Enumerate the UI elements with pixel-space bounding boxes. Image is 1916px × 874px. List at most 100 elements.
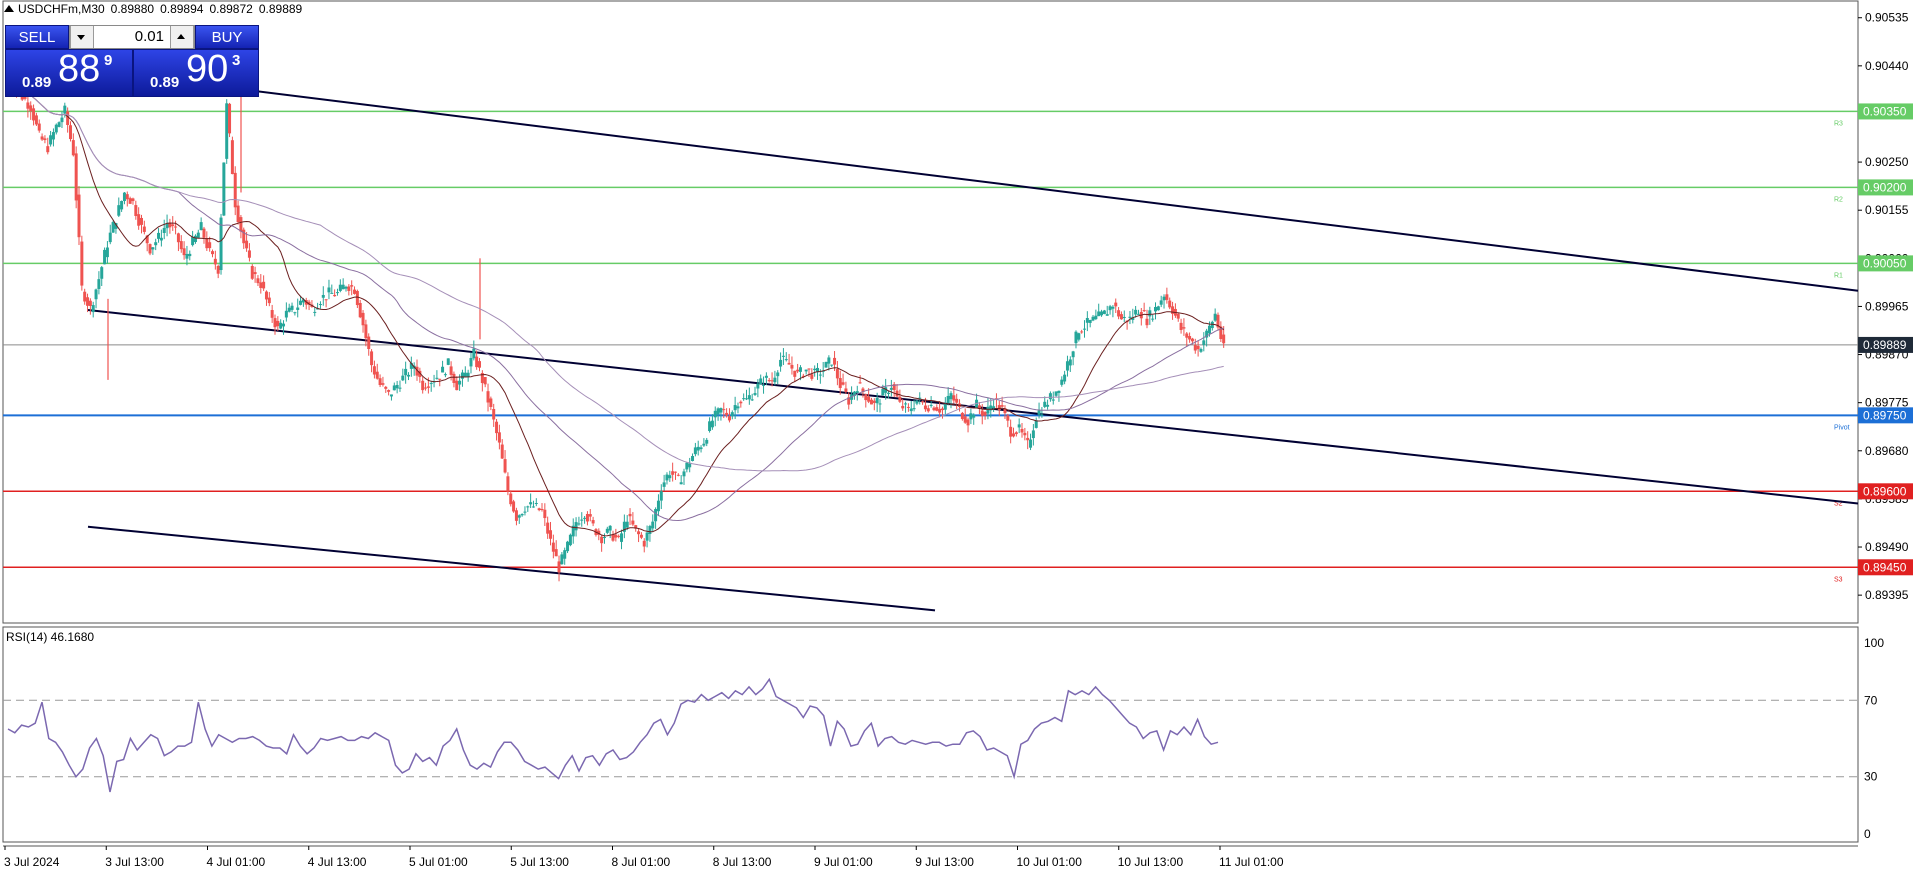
candle-body <box>1020 428 1024 433</box>
candle-body <box>100 267 104 279</box>
candle-body <box>881 388 885 396</box>
candle-body <box>668 475 672 479</box>
level-price-label: 0.90200 <box>1863 180 1907 194</box>
candle-body <box>798 367 802 372</box>
candle-body <box>1162 296 1166 301</box>
candle-body <box>421 380 425 391</box>
candle-body <box>117 205 121 216</box>
candle-body <box>1085 317 1089 323</box>
sell-quote-big-digits: 88 <box>58 48 101 90</box>
time-axis-label: 11 Jul 01:00 <box>1219 855 1284 869</box>
candle-body <box>355 290 359 306</box>
candle-body <box>333 294 337 297</box>
candle-body <box>478 361 482 368</box>
level-tag-pivot: Pivot <box>1834 424 1850 431</box>
candle-body <box>520 513 524 516</box>
candle-body <box>66 111 70 125</box>
candle-body <box>526 506 530 508</box>
candle-body <box>88 300 92 306</box>
candle-body <box>543 509 547 519</box>
candle-body <box>827 357 831 364</box>
candle-body <box>176 233 180 243</box>
candle-body <box>250 266 254 279</box>
candle-body <box>858 382 862 384</box>
lot-size-field[interactable]: 0.01 <box>69 25 195 49</box>
buy-button[interactable]: BUY <box>195 25 259 49</box>
candle-body <box>54 124 58 133</box>
open-price: 0.89880 <box>110 2 155 16</box>
candle-body <box>770 380 774 382</box>
candle-body <box>1128 316 1132 318</box>
candle-body <box>997 405 1001 411</box>
time-axis-label: 5 Jul 13:00 <box>510 855 569 869</box>
candle-body <box>1048 393 1052 400</box>
lot-increase-icon[interactable] <box>170 26 194 48</box>
candle-body <box>1102 310 1106 314</box>
candle-body <box>864 394 868 401</box>
candle-body <box>489 398 493 407</box>
lot-size-value[interactable]: 0.01 <box>94 26 164 48</box>
candle-body <box>639 534 643 538</box>
candle-body <box>517 515 521 518</box>
candle-body <box>665 474 669 481</box>
moving-average-fast <box>7 79 1225 537</box>
candle-body <box>574 522 578 531</box>
trend-channel-line[interactable] <box>87 308 1859 505</box>
candle-body <box>1179 322 1183 331</box>
candle-body <box>270 310 274 318</box>
candle-body <box>762 384 766 386</box>
candle-body <box>259 282 263 288</box>
current-price-label: 0.89889 <box>1863 338 1907 352</box>
candle-body <box>1091 316 1095 321</box>
candle-body <box>1119 314 1123 320</box>
candle-body <box>1145 318 1149 326</box>
trend-channel-line[interactable] <box>87 525 936 612</box>
candle-body <box>909 408 913 412</box>
candle-body <box>1182 327 1186 329</box>
candle-body <box>921 401 925 403</box>
time-axis-label: 4 Jul 13:00 <box>308 855 367 869</box>
time-axis-label: 9 Jul 13:00 <box>915 855 974 869</box>
collapse-triangle-icon[interactable] <box>4 5 14 12</box>
candle-body <box>1165 294 1169 300</box>
candle-body <box>546 522 550 534</box>
chart-canvas[interactable]: 0.905350.904400.902500.901550.900600.899… <box>0 0 1916 874</box>
candle-body <box>642 540 646 547</box>
candle-body <box>1213 313 1217 321</box>
buy-quote[interactable]: 0.89 90 3 <box>133 48 259 97</box>
candle-body <box>767 380 771 382</box>
candle-body <box>324 299 328 301</box>
lot-decrease-icon[interactable] <box>70 26 94 48</box>
candle-body <box>693 447 697 455</box>
rsi-axis-label: 30 <box>1864 770 1878 784</box>
buy-quote-prefix: 0.89 <box>150 74 180 91</box>
level-price-label: 0.89450 <box>1863 560 1907 574</box>
price-tick-label: 0.90535 <box>1865 11 1909 25</box>
price-tick-label: 0.89395 <box>1865 588 1909 602</box>
sell-button[interactable]: SELL <box>5 25 69 49</box>
chart-window[interactable]: 0.905350.904400.902500.901550.900600.899… <box>0 0 1916 874</box>
candle-body <box>943 404 947 410</box>
candle-body <box>279 322 283 329</box>
candle-body <box>960 412 964 420</box>
candle-body <box>1202 340 1206 345</box>
rsi-axis-label: 100 <box>1864 636 1884 650</box>
candle-body <box>591 520 595 524</box>
candle-body <box>654 509 658 522</box>
candle-body <box>1117 310 1121 317</box>
candle-body <box>293 312 297 314</box>
candle-body <box>460 372 464 379</box>
candle-body <box>284 310 288 318</box>
sell-quote[interactable]: 0.89 88 9 <box>5 48 133 97</box>
candle-body <box>335 292 339 294</box>
trend-channel-line[interactable] <box>154 77 1859 292</box>
candle-body <box>972 414 976 418</box>
candle-body <box>708 421 712 431</box>
candle-body <box>813 368 817 371</box>
candle-body <box>887 392 891 394</box>
candle-body <box>472 348 476 359</box>
rsi-axis-label: 0 <box>1864 827 1871 841</box>
candle-body <box>588 514 592 517</box>
candle-body <box>142 226 146 232</box>
level-price-label: 0.89750 <box>1863 408 1907 422</box>
